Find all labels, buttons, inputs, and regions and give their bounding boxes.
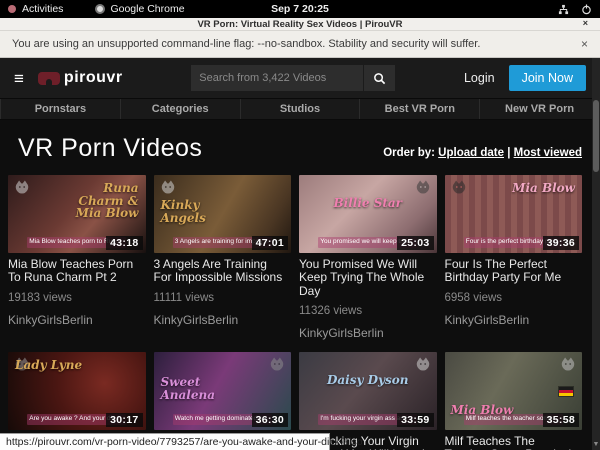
web-page: ≡ pirouvr Login Join Now Pornstars Categ… [0,58,600,450]
thumbnail-overlay-title: Runa Charm & Mia Blow [67,182,139,220]
warning-message: You are using an unsupported command-lin… [12,38,480,50]
vr-goggles-icon [38,72,60,85]
duration-badge: 47:01 [252,236,288,250]
video-card[interactable]: Runa Charm & Mia Blow Mia Blow teaches p… [8,175,146,340]
logo-text: pirouvr [64,69,123,87]
video-studio-link[interactable]: KinkyGirlsBerlin [8,313,146,327]
scroll-down-arrow-icon[interactable]: ▼ [592,441,600,449]
nav-item-studios[interactable]: Studios [241,99,361,119]
thumbnail-overlay-title: Lady Lyne [15,359,82,372]
video-card[interactable]: Mia Blow Four is the perfect birthday pa… [445,175,583,340]
search-input[interactable] [191,65,363,91]
video-thumbnail[interactable]: Billie Star You promised we will keep tr… [299,175,437,253]
join-now-button[interactable]: Join Now [509,65,586,91]
duration-badge: 25:03 [397,236,433,250]
thumbnail-overlay-title: Kinky Angels [161,199,233,224]
video-title[interactable]: Four Is The Perfect Birthday Party For M… [445,258,583,285]
duration-badge: 35:58 [543,413,579,427]
warning-close-icon[interactable]: × [581,37,588,51]
search-button[interactable] [363,65,395,91]
order-by-label: Order by: [383,147,435,159]
video-card[interactable]: Billie Star You promised we will keep tr… [299,175,437,340]
network-icon[interactable] [558,4,569,15]
video-title[interactable]: Mia Blow Teaches Porn To Runa Charm Pt 2 [8,258,146,285]
order-by-control: Order by: Upload date | Most viewed [383,147,582,163]
video-views: 11111 views [154,292,292,304]
site-logo[interactable]: pirouvr [38,69,123,87]
order-link-upload-date[interactable]: Upload date [438,147,504,159]
video-thumbnail[interactable]: Daisy Dyson I'm fucking your virgin ass … [299,352,437,430]
order-link-most-viewed[interactable]: Most viewed [514,147,582,159]
search-bar [191,65,395,91]
video-studio-link[interactable]: KinkyGirlsBerlin [299,326,437,340]
video-card[interactable]: Kinky Angels 3 Angels are training for i… [154,175,292,340]
search-icon [373,72,386,85]
login-button[interactable]: Login [464,71,495,85]
german-flag-icon [558,386,574,397]
duration-badge: 43:18 [106,236,142,250]
clock[interactable]: Sep 7 20:25 [0,3,600,15]
video-grid: Runa Charm & Mia Blow Mia Blow teaches p… [0,173,592,450]
cat-logo-icon [159,179,177,195]
sandbox-warning-bar: You are using an unsupported command-lin… [0,31,600,58]
video-thumbnail[interactable]: Sweet Analena Watch me getting dominated… [154,352,292,430]
video-thumbnail[interactable]: Lady Lyne Are you awake ? And your dick … [8,352,146,430]
cat-logo-icon [414,179,432,195]
cat-logo-icon [559,356,577,372]
thumbnail-overlay-title: Sweet Analena [161,376,233,401]
video-thumbnail[interactable]: Mia Blow Four is the perfect birthday pa… [445,175,583,253]
thumbnail-overlay-title: Mia Blow [512,182,575,195]
video-views: 6958 views [445,292,583,304]
duration-badge: 36:30 [252,413,288,427]
duration-badge: 39:36 [543,236,579,250]
thumbnail-overlay-title: Daisy Dyson [299,374,437,387]
thumbnail-overlay-title: Billie Star [299,197,437,210]
scrollbar-thumb[interactable] [593,100,599,172]
nav-item-pornstars[interactable]: Pornstars [0,99,121,119]
video-thumbnail[interactable]: Kinky Angels 3 Angels are training for i… [154,175,292,253]
video-thumbnail[interactable]: Runa Charm & Mia Blow Mia Blow teaches p… [8,175,146,253]
cat-logo-icon [13,179,31,195]
status-bar-url: https://pirouvr.com/vr-porn-video/779325… [0,433,330,450]
window-title: VR Porn: Virtual Reality Sex Videos | Pi… [197,19,402,30]
video-studio-link[interactable]: KinkyGirlsBerlin [445,313,583,327]
video-title[interactable]: You Promised We Will Keep Trying The Who… [299,258,437,298]
video-views: 11326 views [299,305,437,317]
power-icon[interactable] [581,4,592,15]
video-studio-link[interactable]: KinkyGirlsBerlin [154,313,292,327]
main-nav: Pornstars Categories Studios Best VR Por… [0,98,600,120]
video-title[interactable]: Milf Teaches The Teacher Some Practical … [445,435,583,450]
duration-badge: 30:17 [106,413,142,427]
nav-item-new-vr-porn[interactable]: New VR Porn [480,99,600,119]
site-header: ≡ pirouvr Login Join Now [0,58,600,98]
hamburger-menu-icon[interactable]: ≡ [14,70,24,87]
nav-item-categories[interactable]: Categories [121,99,241,119]
cat-logo-icon [414,356,432,372]
video-title[interactable]: 3 Angels Are Training For Impossible Mis… [154,258,292,285]
system-top-bar: Activities Google Chrome Sep 7 20:25 [0,0,600,18]
video-card[interactable]: Mia Blow Milf teaches the teacher some p… [445,352,583,450]
cat-logo-icon [268,356,286,372]
scrollbar[interactable]: ▼ [592,58,600,450]
close-icon[interactable]: × [583,18,588,28]
video-views: 19183 views [8,292,146,304]
cat-logo-icon [450,179,468,195]
video-thumbnail[interactable]: Mia Blow Milf teaches the teacher some p… [445,352,583,430]
duration-badge: 33:59 [397,413,433,427]
browser-title-bar: VR Porn: Virtual Reality Sex Videos | Pi… [0,18,600,31]
nav-item-best-vr-porn[interactable]: Best VR Porn [360,99,480,119]
page-title: VR Porn Videos [18,134,202,163]
